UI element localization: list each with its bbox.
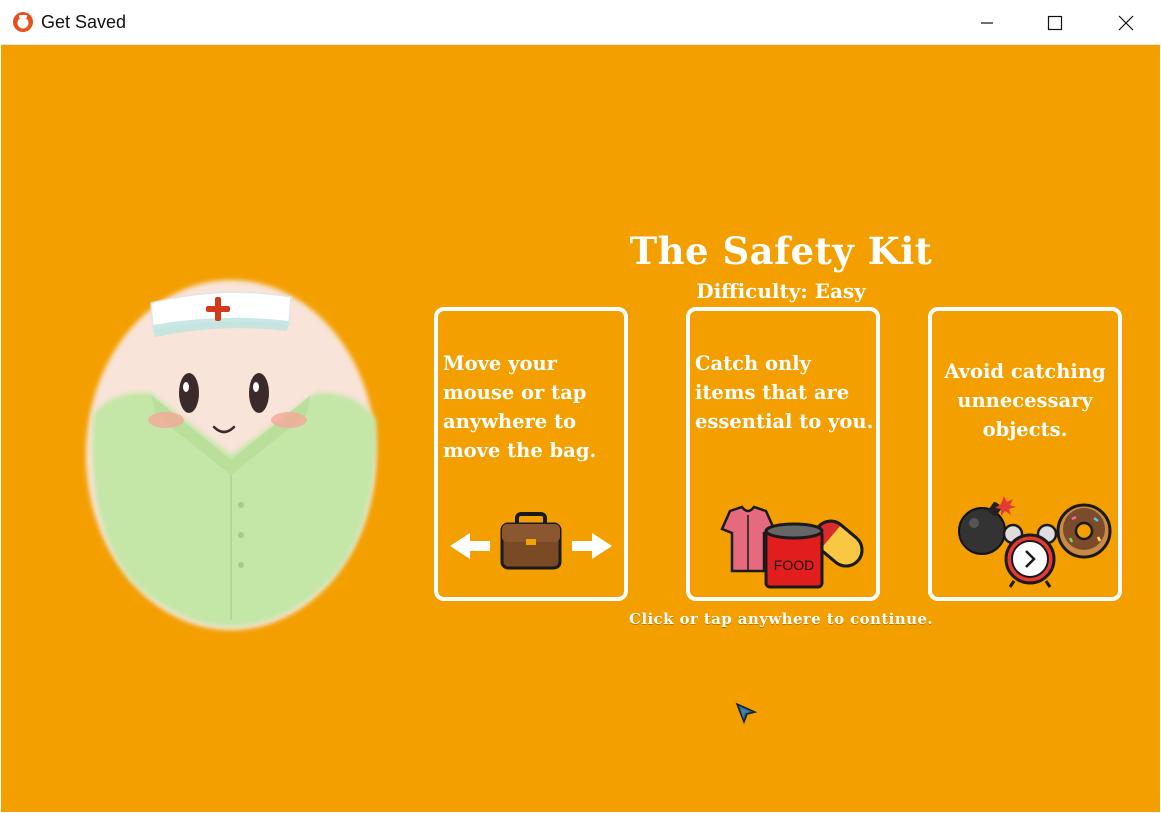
- maximize-button[interactable]: [1020, 0, 1090, 45]
- card-text: Move your mouse or tap anywhere to move …: [443, 352, 597, 462]
- card-illustration: FOOD: [720, 505, 864, 589]
- minimize-button[interactable]: [952, 0, 1022, 45]
- continue-hint: Click or tap anywhere to continue.: [629, 610, 933, 628]
- pointer-cursor-icon: [735, 702, 758, 725]
- card-text: Avoid catching unnecessary objects.: [944, 360, 1106, 441]
- bomb-icon: [958, 496, 1016, 555]
- donut-icon: [1056, 503, 1112, 559]
- app-icon: [13, 12, 33, 32]
- level-title: The Safety Kit: [629, 229, 933, 273]
- arrow-right-icon: [572, 533, 612, 559]
- food-label: FOOD: [774, 557, 814, 573]
- window-title: Get Saved: [41, 12, 127, 32]
- game-canvas[interactable]: The Safety Kit Difficulty: Easy Move you…: [1, 45, 1160, 812]
- window-titlebar: Get Saved: [0, 0, 1161, 45]
- close-button[interactable]: [1091, 0, 1161, 45]
- difficulty-label: Difficulty: Easy: [696, 279, 866, 303]
- food-can-icon: FOOD: [764, 522, 824, 589]
- arrow-left-icon: [450, 533, 490, 559]
- alarm-clock-icon: [1002, 523, 1058, 588]
- instruction-card-avoid: Avoid catching unnecessary objects.: [928, 307, 1122, 601]
- card-illustration: [450, 512, 612, 570]
- close-icon: [1118, 15, 1134, 30]
- instruction-card-catch: Catch only items that are essential to y…: [686, 307, 880, 601]
- nurse-egg-mascot: [86, 280, 377, 630]
- briefcase-icon: [500, 512, 562, 570]
- maximize-icon: [1047, 15, 1063, 30]
- minimize-icon: [981, 21, 993, 24]
- card-illustration: [958, 496, 1112, 588]
- instruction-card-move: Move your mouse or tap anywhere to move …: [434, 307, 628, 601]
- card-text: Catch only items that are essential to y…: [695, 352, 874, 433]
